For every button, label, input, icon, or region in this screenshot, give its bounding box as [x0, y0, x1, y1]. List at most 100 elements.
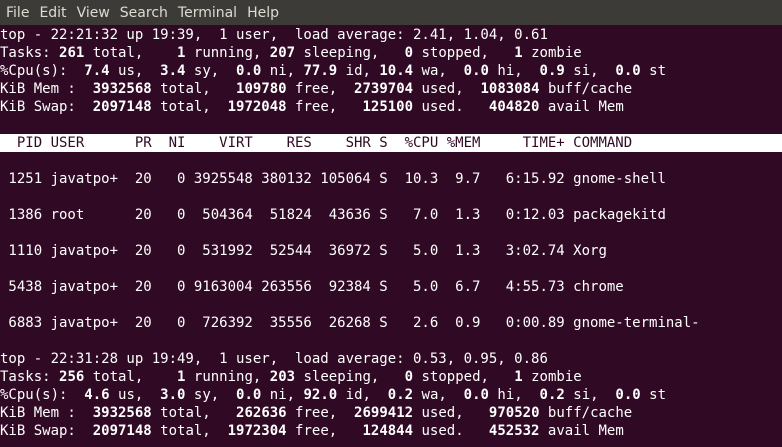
label: free,	[286, 405, 355, 421]
label: KiB Swap:	[0, 99, 93, 115]
cpu-line: %Cpu(s): 4.6 us, 3.0 sy, 0.0 ni, 92.0 id…	[0, 386, 782, 404]
cpu-ni: 0.0	[236, 63, 262, 79]
mem-used: 2739704	[354, 81, 414, 97]
tasks-total: 256	[59, 369, 85, 385]
menu-view[interactable]: View	[77, 5, 110, 21]
label: total,	[151, 423, 228, 439]
swap-line: KiB Swap: 2097148 total, 1972304 free, 1…	[0, 422, 782, 440]
tasks-stopped: 0	[404, 45, 414, 61]
label: hi,	[488, 387, 540, 403]
label: used,	[413, 405, 489, 421]
label: used,	[413, 81, 481, 97]
label: sy,	[185, 387, 237, 403]
label: %Cpu(s):	[0, 63, 85, 79]
menu-terminal[interactable]: Terminal	[178, 5, 237, 21]
label: KiB Mem :	[0, 81, 93, 97]
mem-free: 109780	[236, 81, 287, 97]
cpu-ni: 0.0	[236, 387, 262, 403]
label: buff/cache	[539, 81, 633, 97]
label: sleeping,	[295, 369, 405, 385]
tasks-total: 261	[59, 45, 85, 61]
cpu-wa: 10.4	[379, 63, 414, 79]
menu-help[interactable]: Help	[247, 5, 279, 21]
cpu-hi: 0.0	[463, 387, 489, 403]
mem-used: 2699412	[354, 405, 414, 421]
mem-buff-cache: 1083084	[480, 81, 540, 97]
swap-total: 2097148	[92, 423, 152, 439]
menu-file[interactable]: File	[6, 5, 29, 21]
process-row: 1110 javatpo+ 20 0 531992 52544 36972 S …	[0, 243, 607, 259]
label: si,	[564, 63, 616, 79]
label: Tasks:	[0, 45, 60, 61]
label: total,	[84, 45, 178, 61]
swap-used: 124844	[362, 423, 414, 439]
label: stopped,	[413, 45, 515, 61]
mem-free: 262636	[236, 405, 287, 421]
cpu-line: %Cpu(s): 7.4 us, 3.4 sy, 0.0 ni, 77.9 id…	[0, 62, 782, 80]
cpu-si: 0.9	[539, 63, 565, 79]
terminal-output[interactable]: top - 22:21:32 up 19:39, 1 user, load av…	[0, 26, 782, 447]
swap-free: 1972048	[227, 99, 287, 115]
tasks-line: Tasks: 261 total, 1 running, 207 sleepin…	[0, 44, 782, 62]
swap-total: 2097148	[92, 99, 152, 115]
label: avail Mem	[539, 423, 624, 439]
label: total,	[151, 81, 237, 97]
cpu-st: 0.0	[615, 387, 641, 403]
label: running,	[185, 45, 270, 61]
menu-search[interactable]: Search	[120, 5, 168, 21]
label: Tasks:	[0, 369, 60, 385]
tasks-line: Tasks: 256 total, 1 running, 203 sleepin…	[0, 368, 782, 386]
label: used.	[413, 99, 489, 115]
mem-line: KiB Mem : 3932568 total, 262636 free, 26…	[0, 404, 782, 422]
cpu-sy: 3.0	[160, 387, 186, 403]
label: total,	[151, 405, 237, 421]
menu-bar: File Edit View Search Terminal Help	[0, 0, 782, 25]
tasks-zombie: 1	[514, 45, 523, 61]
label: sleeping,	[295, 45, 405, 61]
swap-avail-mem: 452532	[488, 423, 540, 439]
process-row: 1251 javatpo+ 20 0 3925548 380132 105064…	[0, 171, 666, 187]
swap-line: KiB Swap: 2097148 total, 1972048 free, 1…	[0, 98, 782, 116]
menu-edit[interactable]: Edit	[39, 5, 66, 21]
label: KiB Swap:	[0, 423, 93, 439]
label: total,	[84, 369, 178, 385]
label: us,	[109, 387, 161, 403]
tasks-stopped: 0	[404, 369, 414, 385]
label: free,	[286, 423, 363, 439]
label: zombie	[522, 45, 582, 61]
mem-total: 3932568	[92, 405, 152, 421]
label: used.	[413, 423, 489, 439]
label: buff/cache	[539, 405, 633, 421]
label: total,	[151, 99, 228, 115]
swap-used: 125100	[362, 99, 414, 115]
cpu-sy: 3.4	[160, 63, 186, 79]
label: stopped,	[413, 369, 515, 385]
label: free,	[286, 81, 355, 97]
label: si,	[564, 387, 616, 403]
process-row: 1386 root 20 0 504364 51824 43636 S 7.0 …	[0, 207, 666, 223]
tasks-zombie: 1	[514, 369, 523, 385]
swap-avail-mem: 404820	[488, 99, 540, 115]
label: st	[640, 387, 667, 403]
tasks-sleeping: 203	[269, 369, 296, 385]
label: id,	[337, 63, 380, 79]
mem-total: 3932568	[92, 81, 152, 97]
label: wa,	[413, 63, 464, 79]
cpu-us: 4.6	[84, 387, 110, 403]
label: hi,	[488, 63, 540, 79]
cpu-id: 92.0	[303, 387, 338, 403]
label: running,	[185, 369, 270, 385]
cpu-st: 0.0	[615, 63, 641, 79]
process-row: 5438 javatpo+ 20 0 9163004 263556 92384 …	[0, 279, 624, 295]
cpu-us: 7.4	[84, 63, 110, 79]
label: ni,	[261, 63, 304, 79]
label: zombie	[522, 369, 582, 385]
label: st	[640, 63, 667, 79]
cpu-wa: 0.2	[387, 387, 414, 403]
top-summary-line: top - 22:21:32 up 19:39, 1 user, load av…	[0, 27, 548, 43]
label: KiB Mem :	[0, 405, 93, 421]
mem-buff-cache: 970520	[488, 405, 540, 421]
label: sy,	[185, 63, 237, 79]
